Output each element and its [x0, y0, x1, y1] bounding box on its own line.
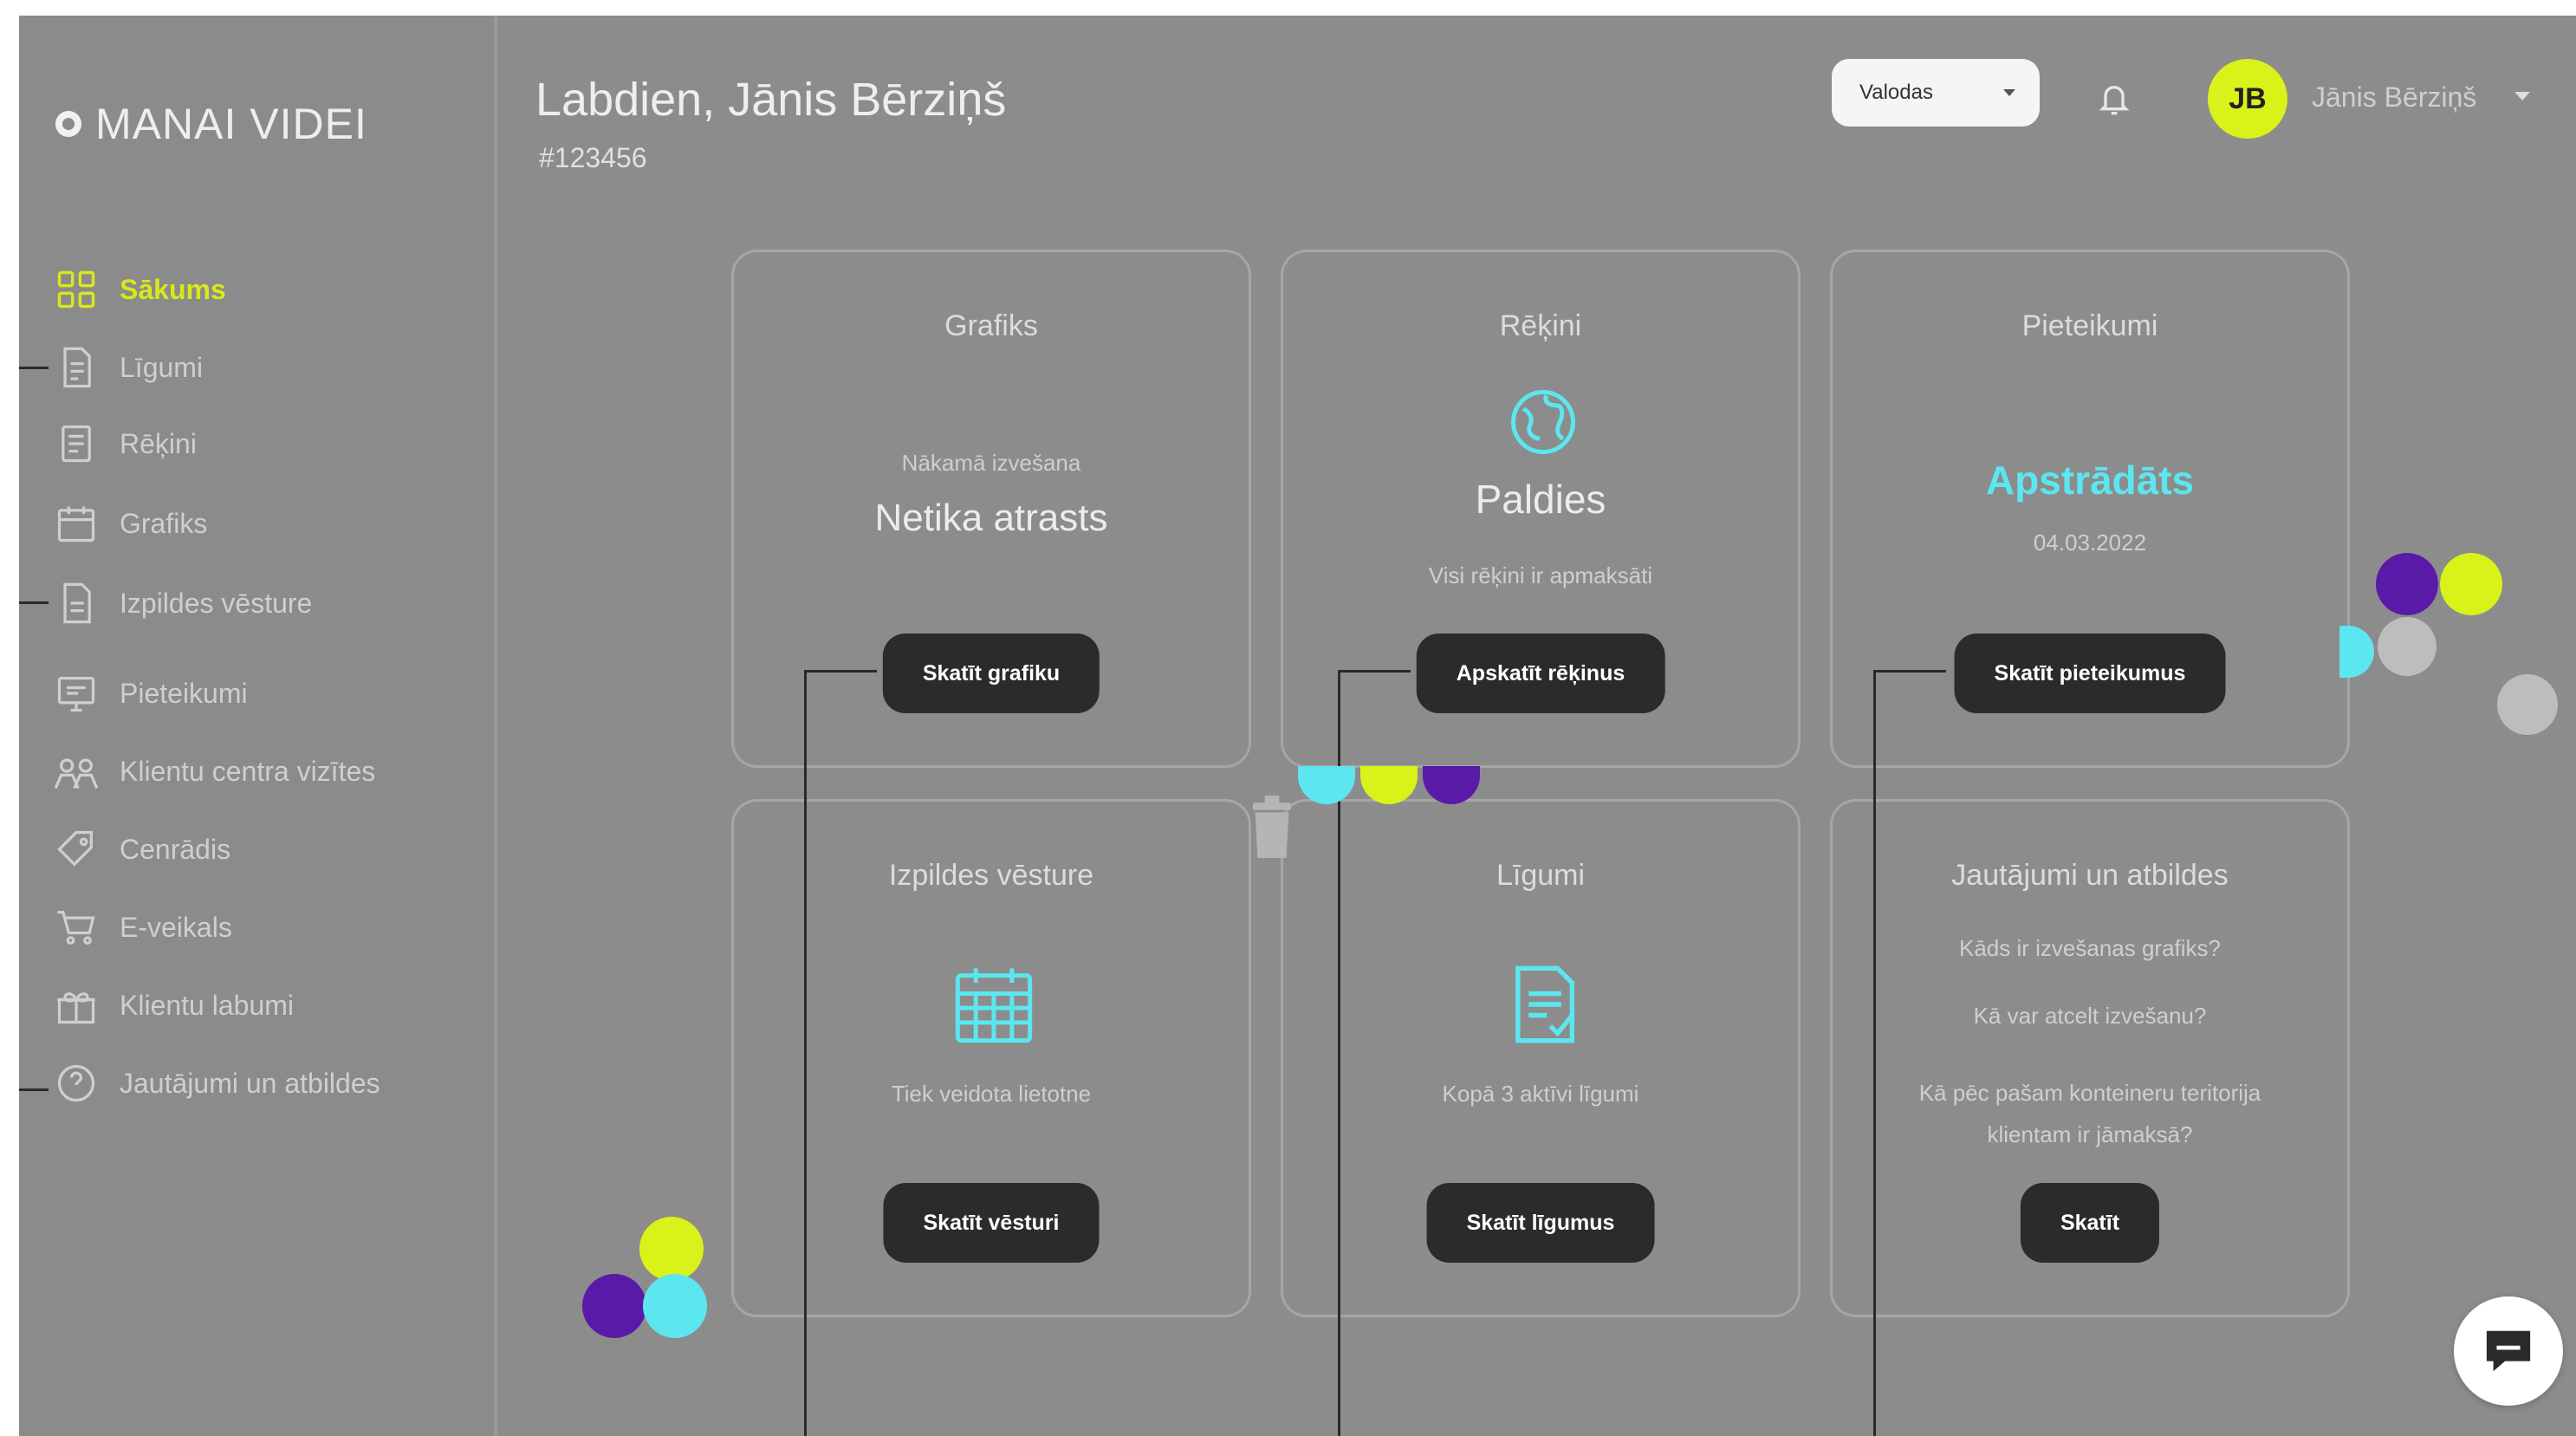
- chat-button[interactable]: [2454, 1296, 2563, 1406]
- sidebar-item-shop[interactable]: E-veikals: [54, 905, 232, 950]
- sidebar-item-label: Sākums: [120, 273, 226, 305]
- annotation-line: [19, 367, 49, 369]
- card-title: Rēķini: [1499, 309, 1582, 342]
- avatar-initials: JB: [2229, 81, 2267, 115]
- decor-dot: [2339, 626, 2374, 678]
- annotation-line: [804, 670, 877, 673]
- sidebar-item-label: E-veikals: [120, 911, 232, 943]
- view-applications-button[interactable]: Skatīt pieteikumus: [1954, 634, 2226, 713]
- faq-icon: [57, 1064, 95, 1102]
- trash-icon[interactable]: [1248, 796, 1296, 858]
- faq-question[interactable]: Kāds ir izvešanas grafiks?: [1867, 935, 2313, 962]
- sidebar-item-visits[interactable]: Klientu centra vizītes: [54, 749, 375, 794]
- sidebar-item-label: Pieteikumi: [120, 677, 248, 709]
- language-select[interactable]: Valodas: [1832, 59, 2040, 127]
- history-card: Izpildes vēsture Tiek veidota lietotne S…: [731, 799, 1251, 1317]
- schedule-card: Grafiks Nākamā izvešana Netika atrasts S…: [731, 250, 1251, 768]
- invoice-icon: [62, 425, 91, 463]
- invoices-card: Rēķini Paldies Visi rēķini ir apmaksāti …: [1281, 250, 1801, 768]
- annotation-line: [1338, 670, 1411, 673]
- sidebar-item-label: Izpildes vēsture: [120, 587, 313, 619]
- sidebar-item-invoices[interactable]: Rēķini: [54, 421, 197, 466]
- people-icon: [54, 758, 99, 789]
- sidebar-item-home[interactable]: Sākums: [54, 267, 226, 312]
- faq-card: Jautājumi un atbildes Kāds ir izvešanas …: [1830, 799, 2350, 1317]
- bell-icon[interactable]: [2097, 80, 2132, 118]
- sidebar-item-applications[interactable]: Pieteikumi: [54, 671, 248, 716]
- contracts-note: Kopā 3 aktīvi līgumi: [1442, 1081, 1639, 1107]
- sidebar-item-benefits[interactable]: Klientu labumi: [54, 983, 294, 1028]
- card-title: Grafiks: [944, 309, 1038, 342]
- faq-question[interactable]: Kā pēc pašam konteineru teritorija klien…: [1885, 1072, 2295, 1155]
- contracts-card: Līgumi Kopā 3 aktīvi līgumi Skatīt līgum…: [1281, 799, 1801, 1317]
- price-tag-icon: [57, 830, 93, 867]
- decor-dot: [639, 1217, 704, 1281]
- dashboard-icon: [57, 270, 95, 309]
- application-status: Apstrādāts: [1985, 458, 2195, 503]
- sidebar-item-schedule[interactable]: Grafiks: [54, 501, 207, 546]
- calendar-icon: [57, 506, 95, 543]
- sidebar-item-label: Līgumi: [120, 351, 204, 383]
- thank-you-text: Paldies: [1475, 477, 1606, 522]
- decor-dot: [643, 1274, 707, 1338]
- decor-dot: [2497, 674, 2558, 735]
- view-faq-button[interactable]: Skatīt: [2020, 1183, 2160, 1263]
- sidebar-item-prices[interactable]: Cenrādis: [54, 827, 230, 872]
- logo-icon: [55, 111, 81, 137]
- document-history-icon: [63, 582, 91, 624]
- card-title: Pieteikumi: [2021, 309, 2158, 342]
- user-name[interactable]: Jānis Bērziņš: [2312, 81, 2476, 114]
- logo-text: MANAI VIDEI: [95, 100, 367, 148]
- decor-dot: [582, 1274, 646, 1338]
- cart-icon: [57, 911, 95, 945]
- sidebar-item-label: Rēķini: [120, 427, 197, 459]
- chevron-down-icon[interactable]: [2514, 92, 2530, 101]
- annotation-line: [804, 670, 807, 1436]
- invoices-note: Visi rēķini ir apmaksāti: [1428, 562, 1653, 588]
- decor-dot: [2440, 553, 2502, 615]
- globe-icon: [1511, 390, 1575, 454]
- decor-dot: [2378, 617, 2436, 676]
- language-label: Valodas: [1859, 81, 1933, 104]
- sidebar-item-history[interactable]: Izpildes vēsture: [54, 581, 312, 626]
- sidebar-item-faq[interactable]: Jautājumi un atbildes: [54, 1061, 380, 1106]
- view-invoices-button[interactable]: Apskatīt rēķinus: [1416, 634, 1665, 713]
- card-title: Jautājumi un atbildes: [1951, 859, 2229, 892]
- sidebar-item-label: Klientu centra vizītes: [120, 755, 376, 787]
- greeting: Labdien, Jānis Bērziņš: [535, 74, 1007, 126]
- application-icon: [57, 677, 95, 712]
- applications-card: Pieteikumi Apstrādāts 04.03.2022 Skatīt …: [1830, 250, 2350, 768]
- account-number: #123456: [539, 142, 647, 173]
- sidebar-item-label: Klientu labumi: [120, 989, 294, 1021]
- view-schedule-button[interactable]: Skatīt grafiku: [882, 634, 1100, 713]
- chat-icon: [2486, 1330, 2531, 1372]
- history-note: Tiek veidota lietotne: [891, 1081, 1092, 1107]
- application-date: 04.03.2022: [2033, 530, 2147, 556]
- sidebar-item-contracts[interactable]: Līgumi: [54, 345, 203, 390]
- sidebar-item-label: Jautājumi un atbildes: [120, 1067, 380, 1099]
- card-title: Līgumi: [1496, 859, 1586, 892]
- annotation-line: [1873, 670, 1876, 1436]
- next-pickup-value: Netika atrasts: [874, 497, 1108, 539]
- decor-dot: [2376, 553, 2438, 615]
- sidebar: MANAI VIDEI Sākums Līgumi Rēķini Grafiks: [19, 16, 707, 1436]
- view-history-button[interactable]: Skatīt vēsturi: [883, 1183, 1100, 1263]
- contract-document-icon: [1515, 965, 1575, 1043]
- avatar[interactable]: JB: [2208, 59, 2287, 139]
- gift-icon: [57, 992, 95, 1024]
- card-title: Izpildes vēsture: [888, 859, 1094, 892]
- logo[interactable]: MANAI VIDEI: [55, 99, 367, 149]
- annotation-line: [19, 601, 49, 604]
- contract-icon: [63, 347, 91, 388]
- sidebar-item-label: Cenrādis: [120, 833, 231, 865]
- calendar-grid-icon: [955, 968, 1033, 1043]
- faq-question[interactable]: Kā var atcelt izvešanu?: [1867, 1003, 2313, 1030]
- annotation-line: [1873, 670, 1946, 673]
- annotation-line: [19, 1088, 49, 1091]
- sidebar-item-label: Grafiks: [120, 507, 208, 539]
- view-contracts-button[interactable]: Skatīt līgumus: [1426, 1183, 1655, 1263]
- chevron-down-icon: [2003, 89, 2015, 96]
- next-pickup-label: Nākamā izvešana: [901, 450, 1081, 476]
- app-window: MANAI VIDEI Sākums Līgumi Rēķini Grafiks: [19, 16, 2576, 1436]
